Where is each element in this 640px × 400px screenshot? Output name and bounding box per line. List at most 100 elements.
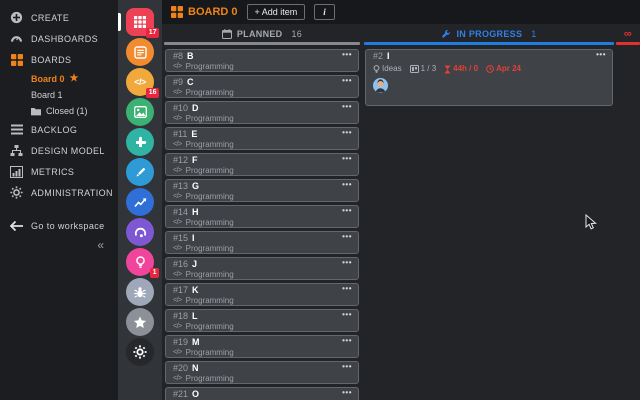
column-label: PLANNED (236, 28, 283, 39)
planned-card[interactable]: #8 B ••• </> Programming (165, 49, 359, 72)
column-in-progress-header[interactable]: IN PROGRESS 1 (364, 27, 614, 40)
column-planned-header[interactable]: PLANNED 16 (164, 27, 360, 40)
card-id: #11 (173, 129, 188, 139)
assignee-avatar[interactable] (373, 77, 388, 93)
planned-card[interactable]: #17 K ••• </> Programming (165, 283, 359, 306)
sidebar-item-dashboards[interactable]: DASHBOARDS (0, 28, 118, 49)
planned-card[interactable]: #21 O ••• </> Programming (165, 387, 359, 400)
plus-circle-icon (10, 11, 23, 24)
card-title: F (192, 155, 198, 165)
card-title: B (187, 51, 194, 61)
sidebar-item-administration[interactable]: ADMINISTRATION (0, 182, 118, 203)
chart-line-icon (133, 196, 147, 208)
card-menu-button[interactable]: ••• (342, 258, 352, 267)
column-in-progress-color-bar[interactable] (364, 42, 614, 45)
card-id: #9 (173, 77, 184, 87)
board-cards-icon (409, 65, 419, 74)
card-menu-button[interactable]: ••• (342, 154, 352, 163)
card-id: #15 (173, 233, 189, 243)
rail-board-tracker-button[interactable]: 17 (126, 8, 159, 38)
sidebar-board-0[interactable]: Board 0 ★ (0, 70, 118, 87)
code-icon: </> (173, 89, 182, 97)
planned-card[interactable]: #14 H ••• </> Programming (165, 205, 359, 228)
card-title: M (192, 337, 200, 347)
card-tracker-label: Programming (185, 61, 234, 71)
add-item-button[interactable]: + Add item (246, 4, 306, 20)
card-menu-button[interactable]: ••• (342, 336, 352, 345)
lightbulb-icon (373, 64, 380, 74)
planned-card[interactable]: #13 G ••• </> Programming (165, 179, 359, 202)
time-meta: 44h / 0 (444, 64, 478, 74)
rail-form-tracker-button[interactable] (126, 38, 154, 66)
planned-card[interactable]: #16 J ••• </> Programming (165, 257, 359, 280)
card-menu-button[interactable]: ••• (342, 128, 352, 137)
in-progress-card-list: #2 I ••• Ideas 1 / 3 44h / 0 Apr 24 (364, 49, 614, 400)
planned-card[interactable]: #9 C ••• </> Programming (165, 75, 359, 98)
lightbulb-icon (135, 255, 146, 269)
code-icon: </> (173, 323, 182, 331)
sidebar-item-boards[interactable]: BOARDS (0, 49, 118, 70)
planned-card[interactable]: #18 L ••• </> Programming (165, 309, 359, 332)
sidebar-item-design-model[interactable]: DESIGN MODEL (0, 140, 118, 161)
planned-card[interactable]: #15 I ••• </> Programming (165, 231, 359, 254)
go-to-workspace-link[interactable]: Go to workspace (0, 215, 118, 236)
card-2-i[interactable]: #2 I ••• Ideas 1 / 3 44h / 0 Apr 24 (365, 49, 613, 106)
planned-card[interactable]: #10 D ••• </> Programming (165, 101, 359, 124)
rail-trend-tracker-button[interactable] (126, 188, 154, 216)
code-badge: 16 (146, 88, 159, 98)
planned-card[interactable]: #19 M ••• </> Programming (165, 335, 359, 358)
card-menu-button[interactable]: ••• (342, 180, 352, 189)
card-menu-button[interactable]: ••• (342, 388, 352, 397)
rail-bugs-tracker-button[interactable] (126, 278, 154, 306)
card-menu-button[interactable]: ••• (342, 310, 352, 319)
sidebar-item-metrics[interactable]: METRICS (0, 161, 118, 182)
card-menu-button[interactable]: ••• (596, 50, 606, 59)
rail-media-tracker-button[interactable] (126, 98, 154, 126)
card-menu-button[interactable]: ••• (342, 206, 352, 215)
card-tracker-label: Programming (185, 321, 234, 331)
rail-edit-tracker-button[interactable] (126, 158, 154, 186)
card-tracker-label: Programming (185, 269, 234, 279)
rail-plugin-tracker-button[interactable] (126, 128, 154, 156)
column-done-header[interactable]: ∞ (616, 27, 640, 40)
card-tracker-label: Programming (185, 87, 234, 97)
card-menu-button[interactable]: ••• (342, 362, 352, 371)
rail-favorites-tracker-button[interactable] (126, 308, 154, 336)
code-icon: </> (173, 193, 182, 201)
planned-card[interactable]: #11 E ••• </> Programming (165, 127, 359, 150)
sidebar-item-backlog[interactable]: BACKLOG (0, 119, 118, 140)
column-planned-color-bar[interactable] (164, 42, 360, 45)
card-tracker-label: Programming (185, 373, 234, 383)
card-title: H (192, 207, 199, 217)
card-menu-button[interactable]: ••• (342, 102, 352, 111)
code-icon: </> (173, 375, 182, 383)
sidebar-boards-closed[interactable]: Closed (1) (0, 103, 118, 119)
sidebar-collapse-button[interactable]: « (0, 236, 118, 254)
card-menu-button[interactable]: ••• (342, 232, 352, 241)
clock-icon (486, 65, 494, 74)
chevron-double-left-icon: « (97, 238, 104, 252)
planned-card[interactable]: #20 N ••• </> Programming (165, 361, 359, 384)
rail-support-tracker-button[interactable] (126, 218, 154, 246)
card-menu-button[interactable]: ••• (342, 50, 352, 59)
card-menu-button[interactable]: ••• (342, 284, 352, 293)
card-menu-button[interactable]: ••• (342, 76, 352, 85)
rail-ideas-tracker-button[interactable]: 1 (126, 248, 159, 278)
rail-settings-button[interactable] (126, 338, 154, 366)
workspace-link-label: Go to workspace (31, 220, 105, 231)
code-icon: </> (173, 271, 182, 279)
boards-grid-icon (10, 53, 23, 66)
planned-card[interactable]: #12 F ••• </> Programming (165, 153, 359, 176)
sidebar-board-1[interactable]: Board 1 (0, 87, 118, 103)
sidebar-item-label: BACKLOG (31, 124, 78, 135)
rail-code-tracker-button[interactable]: </> 16 (126, 68, 159, 98)
card-tracker-label: Programming (185, 243, 234, 253)
due-date-value: Apr 24 (496, 63, 521, 73)
column-done-color-bar[interactable] (616, 42, 640, 45)
gear-icon (133, 345, 147, 359)
sidebar-item-create[interactable]: CREATE (0, 7, 118, 28)
board-info-button[interactable]: i (314, 4, 335, 20)
column-count: 16 (291, 28, 303, 39)
kanban-board: PLANNED 16 #8 B ••• </> Programming #9 C… (162, 24, 640, 400)
star-icon[interactable]: ★ (70, 73, 79, 84)
